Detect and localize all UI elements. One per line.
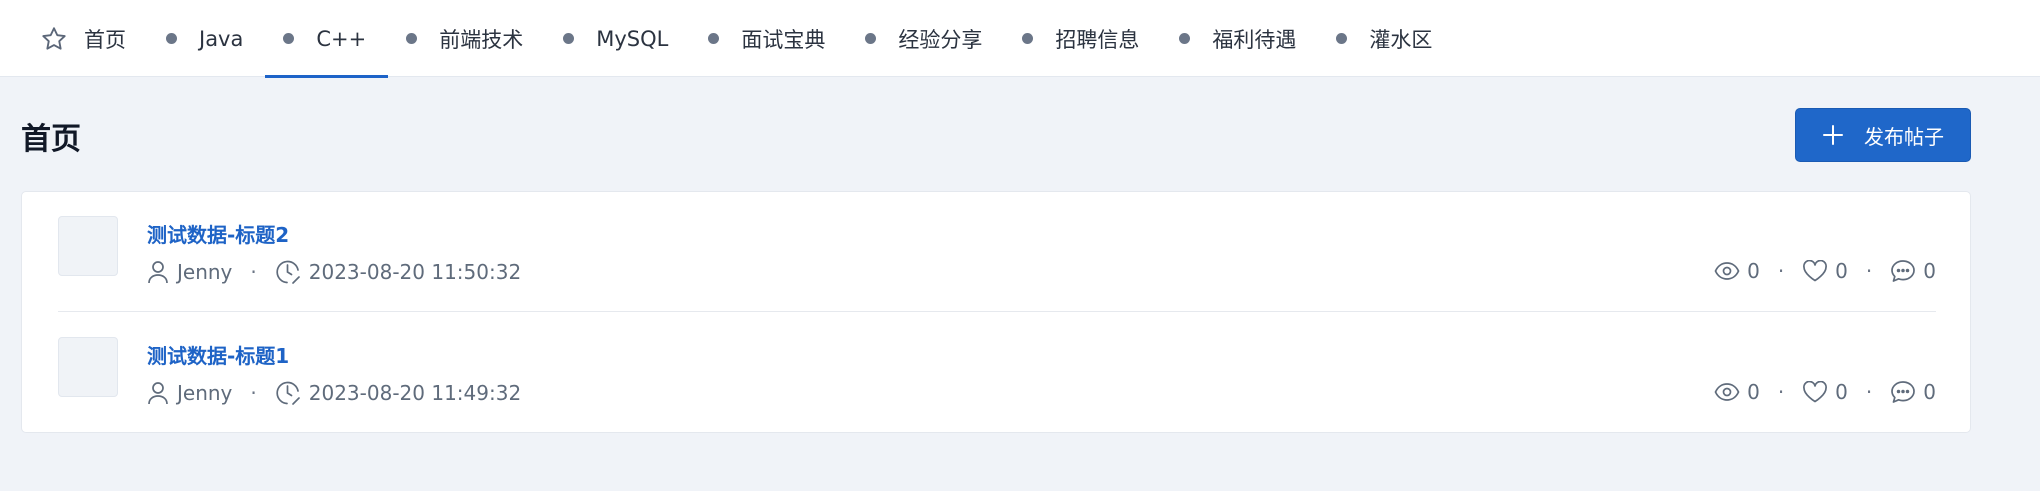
tab-label: 灌水区 xyxy=(1369,27,1433,52)
dot-icon xyxy=(283,33,295,44)
post-author[interactable]: Jenny xyxy=(177,381,232,405)
clock-icon xyxy=(276,381,300,405)
separator: · xyxy=(1777,380,1785,404)
view-count: 0 xyxy=(1714,259,1760,283)
tab-cpp[interactable]: C++ xyxy=(265,0,389,78)
tab-label: 首页 xyxy=(84,27,126,52)
dot-icon xyxy=(865,33,877,44)
tab-chat[interactable]: 灌水区 xyxy=(1318,0,1454,77)
tab-home[interactable]: 首页 xyxy=(22,0,148,77)
like-count[interactable]: 0 xyxy=(1802,259,1848,283)
separator: · xyxy=(1865,259,1873,283)
tab-java[interactable]: Java xyxy=(148,0,265,77)
view-count-value: 0 xyxy=(1747,380,1760,404)
tab-label: 面试宝典 xyxy=(741,27,826,52)
eye-icon xyxy=(1714,383,1740,401)
post-meta: Jenny · 2023-08-20 11:49:32 xyxy=(147,380,521,406)
user-icon xyxy=(148,261,168,284)
dot-icon xyxy=(1179,33,1191,44)
separator: · xyxy=(250,381,257,405)
heart-icon xyxy=(1803,381,1828,403)
post-time: 2023-08-20 11:49:32 xyxy=(308,381,522,405)
like-count[interactable]: 0 xyxy=(1802,380,1848,404)
tab-jobs[interactable]: 招聘信息 xyxy=(1004,0,1161,77)
post-stats: 0 · 0 · 0 xyxy=(1714,380,1936,404)
star-icon xyxy=(42,26,66,50)
tab-label: 福利待遇 xyxy=(1212,27,1297,52)
plus-icon xyxy=(1823,125,1843,145)
post-time: 2023-08-20 11:50:32 xyxy=(308,260,522,284)
separator: · xyxy=(250,260,257,284)
tab-interview[interactable]: 面试宝典 xyxy=(690,0,847,77)
post-thumbnail[interactable] xyxy=(58,216,118,276)
eye-icon xyxy=(1714,262,1740,280)
tab-label: Java xyxy=(199,26,244,51)
view-count: 0 xyxy=(1714,380,1760,404)
post-meta: Jenny · 2023-08-20 11:50:32 xyxy=(147,259,521,285)
dot-icon xyxy=(166,33,177,44)
dot-icon xyxy=(563,33,575,44)
like-count-value: 0 xyxy=(1835,259,1848,283)
post-item: 测试数据-标题2 Jenny · 2023-08-20 11:50:32 0 ·… xyxy=(58,192,1936,312)
dot-icon xyxy=(708,33,720,44)
separator: · xyxy=(1865,380,1873,404)
tab-benefits[interactable]: 福利待遇 xyxy=(1161,0,1318,77)
view-count-value: 0 xyxy=(1747,259,1760,283)
user-icon xyxy=(148,382,168,405)
separator: · xyxy=(1777,259,1785,283)
publish-post-label: 发布帖子 xyxy=(1864,124,1944,149)
tab-label: C++ xyxy=(316,26,367,51)
tab-mysql[interactable]: MySQL xyxy=(545,0,690,77)
tab-experience[interactable]: 经验分享 xyxy=(847,0,1004,77)
tab-label: 招聘信息 xyxy=(1055,27,1140,52)
like-count-value: 0 xyxy=(1835,380,1848,404)
tab-label: 前端技术 xyxy=(439,27,524,52)
tab-label: 经验分享 xyxy=(898,27,983,52)
tab-label: MySQL xyxy=(596,26,669,51)
dot-icon xyxy=(406,33,418,44)
comment-count[interactable]: 0 xyxy=(1890,259,1936,283)
heart-icon xyxy=(1803,260,1828,282)
comment-icon xyxy=(1891,260,1916,282)
post-thumbnail[interactable] xyxy=(58,337,118,397)
clock-icon xyxy=(276,260,300,284)
page-title: 首页 xyxy=(21,122,81,157)
dot-icon xyxy=(1022,33,1034,44)
dot-icon xyxy=(1336,33,1348,44)
top-nav: 首页 Java C++ 前端技术 MySQL 面试宝典 经验分享 招聘信息 福利… xyxy=(0,0,2040,78)
publish-post-button[interactable]: 发布帖子 xyxy=(1795,108,1971,162)
comment-icon xyxy=(1891,381,1916,403)
comment-count-value: 0 xyxy=(1923,259,1936,283)
tab-frontend[interactable]: 前端技术 xyxy=(388,0,545,77)
post-stats: 0 · 0 · 0 xyxy=(1714,259,1936,283)
category-tabs: 首页 Java C++ 前端技术 MySQL 面试宝典 经验分享 招聘信息 福利… xyxy=(22,0,1454,78)
comment-count[interactable]: 0 xyxy=(1890,380,1936,404)
post-title[interactable]: 测试数据-标题2 xyxy=(147,219,289,248)
post-author[interactable]: Jenny xyxy=(177,260,232,284)
post-list: 测试数据-标题2 Jenny · 2023-08-20 11:50:32 0 ·… xyxy=(21,191,1971,433)
post-item: 测试数据-标题1 Jenny · 2023-08-20 11:49:32 0 ·… xyxy=(58,313,1936,433)
post-title[interactable]: 测试数据-标题1 xyxy=(147,340,289,369)
comment-count-value: 0 xyxy=(1923,380,1936,404)
